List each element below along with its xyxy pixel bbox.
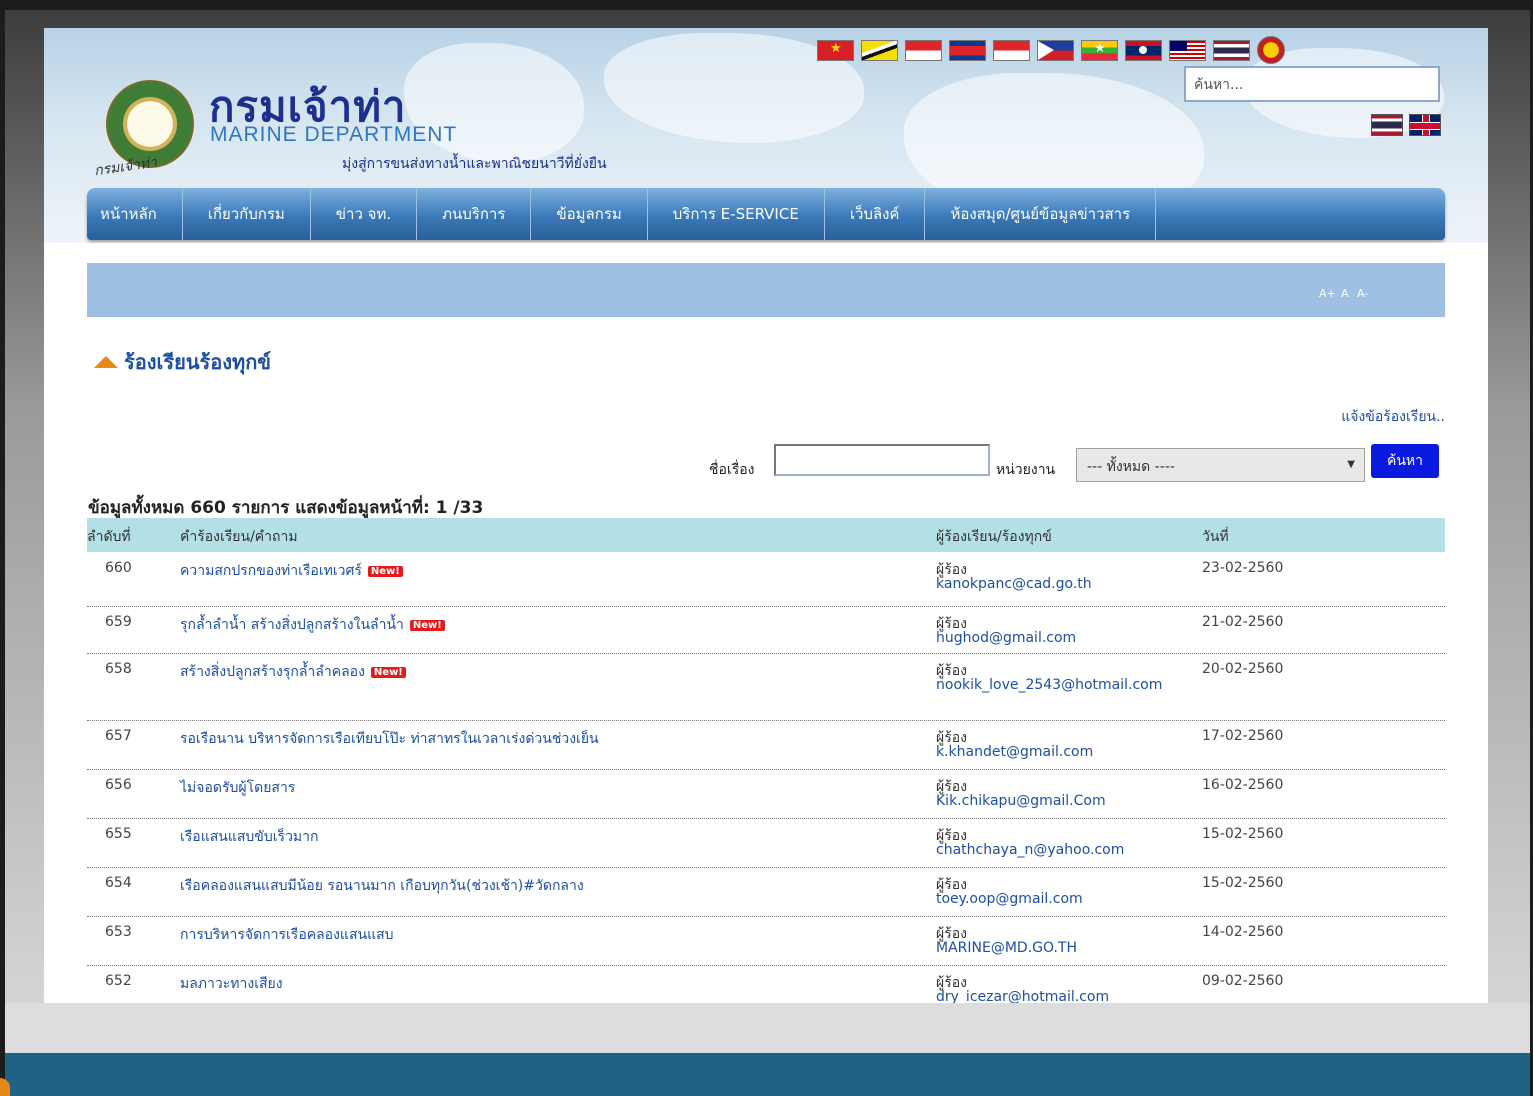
- nav-e-service[interactable]: บริการ E-SERVICE: [648, 188, 825, 240]
- complaint-date: 23-02-2560: [1202, 560, 1284, 576]
- nav-about[interactable]: เกี่ยวกับกรม: [183, 188, 311, 240]
- complaint-topic-link[interactable]: ความสกปรกของท่าเรือเทเวศร์ New!: [180, 560, 403, 582]
- table-row[interactable]: 659 รุกล้ำลำน้ำ สร้างสิ่งปลูกสร้างในลำน้ำ…: [87, 606, 1445, 654]
- table-row[interactable]: 658 สร้างสิ่งปลูกสร้างรุกล้ำลำคลอง New! ผู้…: [87, 653, 1445, 721]
- asean-emblem-icon: [1257, 36, 1285, 64]
- thailand-flag-icon: [1213, 39, 1250, 61]
- info-bar: A+ A A-: [87, 263, 1445, 317]
- requester-email: Kik.chikapu@gmail.Com: [936, 793, 1106, 809]
- section-title: ร้องเรียนร้องทุกข์: [94, 346, 271, 378]
- table-header: ลำดับที่ คำร้องเรียน/คำถาม ผู้ร้องเรียน/…: [87, 518, 1445, 552]
- result-summary: ข้อมูลทั้งหมด 660 รายการ แสดงข้อมูลหน้าท…: [88, 498, 484, 518]
- agency-select-value: --- ทั้งหมด ----: [1087, 459, 1175, 475]
- requester-email: kanokpanc@cad.go.th: [936, 576, 1092, 592]
- complaint-date: 20-02-2560: [1202, 661, 1284, 677]
- new-badge: New!: [370, 666, 406, 678]
- row-number: 658: [105, 661, 132, 677]
- row-number: 655: [105, 826, 132, 842]
- report-complaint-link[interactable]: แจ้งข้อร้องเรียน..: [1341, 406, 1445, 428]
- nav-home[interactable]: หน้าหลัก: [87, 188, 183, 240]
- table-row[interactable]: 660 ความสกปรกของท่าเรือเทเวศร์ New! ผู้ร้อง…: [87, 552, 1445, 607]
- site-title-english: MARINE DEPARTMENT: [210, 123, 458, 146]
- chevron-down-icon: ▼: [1347, 459, 1355, 470]
- new-badge: New!: [367, 565, 403, 577]
- complaint-topic-link[interactable]: เรือแสนแสบขับเร็วมาก: [180, 826, 319, 848]
- asean-flags: ★ ★: [817, 36, 1285, 64]
- complaint-date: 17-02-2560: [1202, 728, 1284, 744]
- indonesia-flag-icon: [993, 39, 1030, 61]
- table-row[interactable]: 652 มลภาวะทางเสียง ผู้ร้อง dry_icezar@hotma…: [87, 965, 1445, 1008]
- header: กรมเจ้าท่า กรมเจ้าท่า MARINE DEPARTMENT …: [44, 28, 1488, 243]
- section-title-text: ร้องเรียนร้องทุกข์: [124, 350, 271, 374]
- requester-email: MARINE@MD.GO.TH: [936, 940, 1077, 956]
- requester-email: chathchaya_n@yahoo.com: [936, 842, 1125, 858]
- nav-services[interactable]: ภนบริการ: [417, 188, 532, 240]
- requester-email: k.khandet@gmail.com: [936, 744, 1094, 760]
- page: กรมเจ้าท่า กรมเจ้าท่า MARINE DEPARTMENT …: [44, 28, 1488, 1008]
- section-title-icon: [94, 356, 118, 368]
- singapore-flag-icon: [905, 39, 942, 61]
- malaysia-flag-icon: [1169, 39, 1206, 61]
- table-row[interactable]: 653 การบริหารจัดการเรือคลองแสนแสบ ผู้ร้อง M…: [87, 916, 1445, 966]
- table-row[interactable]: 654 เรือคลองแสนแสบมีน้อย รอนานมาก เกือบทุ…: [87, 867, 1445, 917]
- row-number: 657: [105, 728, 132, 744]
- cambodia-flag-icon: [949, 39, 986, 61]
- complaint-topic-link[interactable]: การบริหารจัดการเรือคลองแสนแสบ: [180, 924, 394, 946]
- complaint-date: 21-02-2560: [1202, 614, 1284, 630]
- table-row[interactable]: 656 ไม่จอดรับผู้โดยสาร ผู้ร้อง Kik.chikapu@…: [87, 769, 1445, 819]
- row-number: 652: [105, 973, 132, 989]
- requester-email: nookik_love_2543@hotmail.com: [936, 677, 1163, 693]
- font-size-increase[interactable]: A+: [1319, 287, 1336, 300]
- laos-flag-icon: [1125, 39, 1162, 61]
- complaint-date: 09-02-2560: [1202, 973, 1284, 989]
- search-button[interactable]: ค้นหา: [1371, 444, 1439, 478]
- nav-library[interactable]: ห้องสมุด/ศูนย์ข้อมูลข่าวสาร: [925, 188, 1157, 240]
- nav-weblinks[interactable]: เว็บลิงค์: [825, 188, 926, 240]
- subject-input[interactable]: [774, 444, 990, 476]
- col-header-requester: ผู้ร้องเรียน/ร้องทุกข์: [936, 529, 1052, 545]
- complaint-topic-link[interactable]: มลภาวะทางเสียง: [180, 973, 283, 995]
- vietnam-flag-icon: ★: [817, 39, 854, 61]
- logo-script: กรมเจ้าท่า: [93, 154, 158, 180]
- col-header-date: วันที่: [1202, 529, 1229, 545]
- myanmar-flag-icon: ★: [1081, 39, 1118, 61]
- complaint-topic-link[interactable]: ไม่จอดรับผู้โดยสาร: [180, 777, 295, 799]
- nav-news[interactable]: ข่าว จท.: [311, 188, 418, 240]
- new-badge: New!: [409, 619, 445, 631]
- table-row[interactable]: 655 เรือแสนแสบขับเร็วมาก ผู้ร้อง chathchaya…: [87, 818, 1445, 868]
- site-slogan: มุ่งสู่การขนส่งทางน้ำและพาณิชยนาวีที่ยั่…: [342, 156, 607, 172]
- col-header-no: ลำดับที่: [87, 529, 131, 545]
- font-size-normal[interactable]: A: [1341, 287, 1349, 300]
- thai-language-flag-icon[interactable]: [1371, 114, 1403, 136]
- complaint-date: 16-02-2560: [1202, 777, 1284, 793]
- agency-select[interactable]: --- ทั้งหมด ---- ▼: [1076, 448, 1365, 482]
- requester-email: hughod@gmail.com: [936, 630, 1077, 646]
- complaint-topic-link[interactable]: รุกล้ำลำน้ำ สร้างสิ่งปลูกสร้างในลำน้ำ New…: [180, 614, 445, 636]
- main-nav: หน้าหลัก เกี่ยวกับกรม ข่าว จท. ภนบริการ …: [87, 188, 1445, 240]
- row-number: 660: [105, 560, 132, 576]
- row-number: 659: [105, 614, 132, 630]
- complaint-date: 14-02-2560: [1202, 924, 1284, 940]
- nav-department-info[interactable]: ข้อมูลกรม: [531, 188, 648, 240]
- font-size-decrease[interactable]: A-: [1357, 287, 1368, 300]
- complaint-topic-link[interactable]: สร้างสิ่งปลูกสร้างรุกล้ำลำคลอง New!: [180, 661, 406, 683]
- agency-label: หน่วยงาน: [996, 462, 1056, 478]
- row-number: 653: [105, 924, 132, 940]
- subject-label: ชื่อเรื่อง: [709, 462, 755, 478]
- footer-band: [5, 1053, 1530, 1096]
- row-number: 656: [105, 777, 132, 793]
- complaint-date: 15-02-2560: [1202, 875, 1284, 891]
- footer-bar: [5, 1003, 1530, 1053]
- table-row[interactable]: 657 รอเรือนาน บริหารจัดการเรือเทียบโป๊ะ ท…: [87, 720, 1445, 770]
- philippines-flag-icon: [1037, 39, 1074, 61]
- requester-email: toey.oop@gmail.com: [936, 891, 1083, 907]
- complaint-date: 15-02-2560: [1202, 826, 1284, 842]
- complaint-topic-link[interactable]: เรือคลองแสนแสบมีน้อย รอนานมาก เกือบทุกวั…: [180, 875, 584, 897]
- site-search-input[interactable]: ค้นหา...: [1184, 66, 1440, 102]
- brunei-flag-icon: [861, 39, 898, 61]
- col-header-topic: คำร้องเรียน/คำถาม: [180, 529, 298, 545]
- english-language-flag-icon[interactable]: [1409, 114, 1441, 136]
- complaint-topic-link[interactable]: รอเรือนาน บริหารจัดการเรือเทียบโป๊ะ ท่าส…: [180, 728, 599, 750]
- row-number: 654: [105, 875, 132, 891]
